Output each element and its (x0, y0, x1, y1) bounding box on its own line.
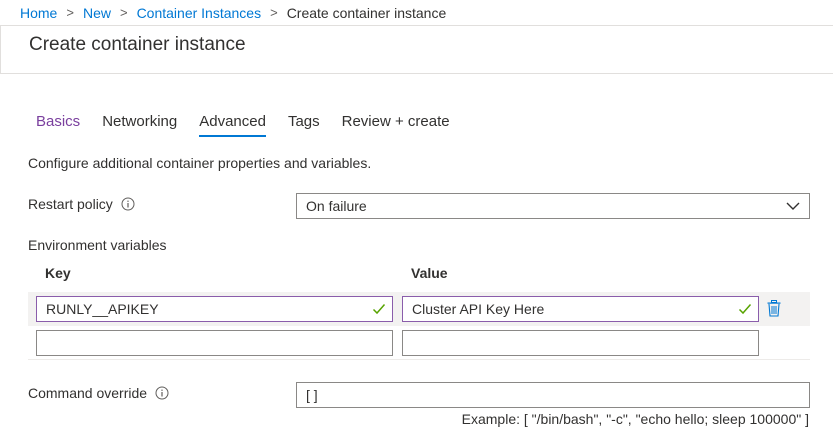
restart-policy-dropdown[interactable]: On failure (296, 193, 810, 219)
tab-bar: Basics Networking Advanced Tags Review +… (36, 113, 472, 137)
command-override-label: Command override (28, 385, 148, 401)
restart-policy-label-group: Restart policy (28, 196, 135, 212)
section-description: Configure additional container propertie… (28, 155, 372, 171)
tab-review-create[interactable]: Review + create (342, 113, 450, 137)
restart-policy-value: On failure (306, 198, 367, 214)
environment-variables-label: Environment variables (28, 237, 167, 253)
env-key-input-empty[interactable] (36, 330, 393, 356)
command-override-example: Example: [ "/bin/bash", "-c", "echo hell… (461, 411, 809, 427)
command-override-label-group: Command override (28, 385, 169, 401)
key-column-header: Key (45, 265, 71, 281)
env-key-input[interactable]: RUNLY__APIKEY (36, 296, 393, 322)
info-icon[interactable] (121, 197, 135, 211)
command-override-value: [ ] (306, 387, 318, 403)
env-key-value: RUNLY__APIKEY (46, 301, 159, 317)
chevron-down-icon (785, 199, 801, 216)
checkmark-icon (372, 302, 386, 319)
restart-policy-label: Restart policy (28, 196, 113, 212)
breadcrumb: Home > New > Container Instances > Creat… (0, 0, 833, 26)
chevron-right-icon: > (119, 5, 128, 20)
env-value-input[interactable]: Cluster API Key Here (402, 296, 759, 322)
page-title: Create container instance (29, 34, 246, 55)
tab-advanced[interactable]: Advanced (199, 113, 266, 137)
panel-header: Create container instance (0, 26, 833, 74)
env-value-input-empty[interactable] (402, 330, 759, 356)
command-override-input[interactable]: [ ] (296, 382, 810, 408)
tab-basics[interactable]: Basics (36, 113, 80, 137)
value-column-header: Value (411, 265, 448, 281)
info-icon[interactable] (155, 386, 169, 400)
tab-networking[interactable]: Networking (102, 113, 177, 137)
env-value-value: Cluster API Key Here (412, 301, 545, 317)
delete-icon[interactable] (767, 300, 781, 320)
chevron-right-icon: > (270, 5, 278, 20)
breadcrumb-current: Create container instance (286, 4, 447, 21)
chevron-right-icon: > (66, 5, 74, 20)
breadcrumb-new[interactable]: New (83, 5, 111, 21)
tab-tags[interactable]: Tags (288, 113, 320, 137)
checkmark-icon (738, 302, 752, 319)
breadcrumb-container-instances[interactable]: Container Instances (137, 5, 262, 21)
breadcrumb-home[interactable]: Home (20, 5, 57, 21)
